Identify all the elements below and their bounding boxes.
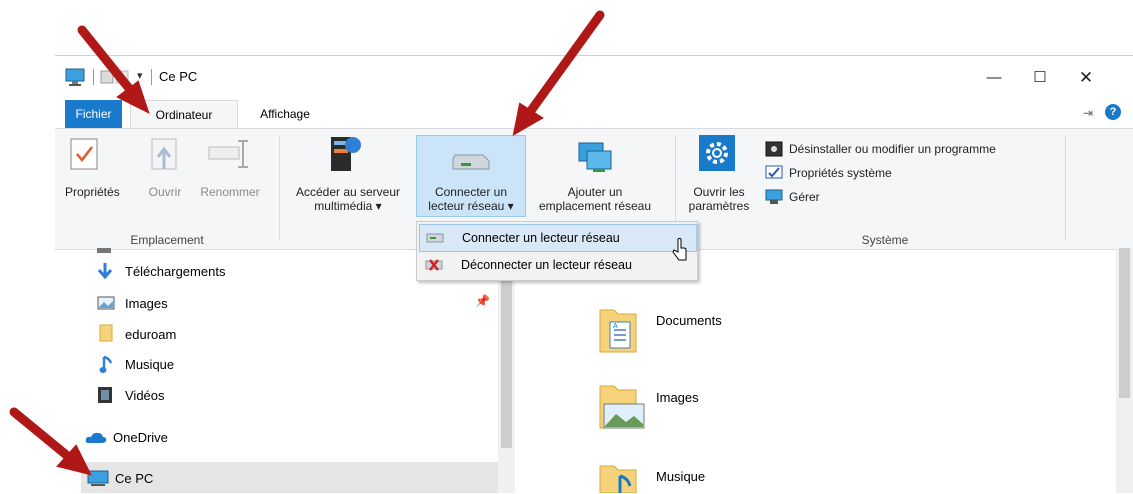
onedrive-icon xyxy=(85,432,107,443)
tab-view[interactable]: Affichage xyxy=(245,100,325,128)
computer-icon xyxy=(65,68,85,86)
system-properties-button[interactable]: Propriétés système xyxy=(789,166,892,180)
minimize-button[interactable]: — xyxy=(971,64,1017,92)
mouse-cursor-icon xyxy=(672,238,687,261)
tab-file[interactable]: Fichier xyxy=(65,100,122,128)
computer-icon xyxy=(87,470,109,486)
images-icon xyxy=(97,296,115,310)
tab-computer[interactable]: Ordinateur xyxy=(130,100,238,129)
menu-connect-label: Connecter un lecteur réseau xyxy=(462,231,620,245)
qat-divider xyxy=(93,69,94,85)
images-folder-icon xyxy=(599,385,645,429)
media-server-line1[interactable]: Accéder au serveur xyxy=(283,185,413,199)
folder-images[interactable]: Images xyxy=(656,390,699,405)
nav-item-music[interactable]: Musique xyxy=(125,357,174,372)
map-drive-dropdown: Connecter un lecteur réseau Déconnecter … xyxy=(416,221,698,281)
music-folder-icon xyxy=(599,465,637,493)
map-drive-label: lecteur réseau ▾ xyxy=(428,199,514,213)
content-scrollbar[interactable] xyxy=(1116,248,1133,493)
nav-item-eduroam[interactable]: eduroam xyxy=(125,327,176,342)
pin-icon[interactable]: 📌 xyxy=(475,294,490,308)
menu-item-connect-drive[interactable]: Connecter un lecteur réseau xyxy=(419,224,697,252)
nav-item-videos[interactable]: Vidéos xyxy=(125,388,165,403)
disconnect-drive-icon xyxy=(425,259,443,271)
nav-item-this-pc-label: Ce PC xyxy=(115,471,154,486)
documents-folder-icon: A xyxy=(599,309,637,353)
pin-ribbon-icon[interactable]: ⇥ xyxy=(1083,106,1093,120)
downloads-icon xyxy=(97,263,113,280)
folder-music[interactable]: Musique xyxy=(656,469,705,484)
add-location-line2[interactable]: emplacement réseau xyxy=(525,199,665,213)
nav-item-onedrive[interactable]: OneDrive xyxy=(113,430,168,445)
maximize-button[interactable]: ☐ xyxy=(1017,64,1063,92)
help-icon[interactable]: ? xyxy=(1105,104,1121,120)
qat-dropdown-icon[interactable]: ▾ xyxy=(137,69,143,82)
uninstall-icon xyxy=(765,141,783,157)
navigation-pane: Téléchargements Images 📌 eduroam Musique… xyxy=(55,248,498,493)
add-location-line1[interactable]: Ajouter un xyxy=(525,185,665,199)
properties-icon xyxy=(70,138,98,170)
music-icon xyxy=(99,355,113,373)
network-drive-icon xyxy=(452,154,490,170)
open-button[interactable]: Ouvrir xyxy=(143,185,187,199)
window-title: Ce PC xyxy=(159,69,198,84)
add-network-location-icon xyxy=(578,142,612,172)
system-properties-icon xyxy=(765,165,783,179)
media-server-button[interactable]: multimédia ▾ xyxy=(283,199,413,213)
svg-text:A: A xyxy=(613,323,618,330)
map-drive-line2: lecteur réseau xyxy=(428,199,505,213)
nav-item-downloads[interactable]: Téléchargements xyxy=(125,264,225,279)
open-icon xyxy=(151,138,177,170)
system-group-label: Système xyxy=(861,233,909,247)
open-settings-line1[interactable]: Ouvrir les xyxy=(681,185,757,199)
rename-icon xyxy=(208,140,248,168)
close-button[interactable]: ✕ xyxy=(1063,64,1109,92)
group-separator xyxy=(1065,135,1066,241)
menu-item-disconnect-drive[interactable]: Déconnecter un lecteur réseau xyxy=(419,252,695,278)
title-divider xyxy=(151,69,152,85)
settings-gear-icon xyxy=(699,135,735,171)
scrollbar-thumb[interactable] xyxy=(1119,248,1130,398)
partial-item-icon xyxy=(97,248,111,253)
videos-icon xyxy=(98,387,112,403)
map-drive-line1: Connecter un xyxy=(434,185,508,199)
folder-documents[interactable]: Documents xyxy=(656,313,722,328)
group-separator xyxy=(279,135,280,241)
ribbon-tabs: Fichier Ordinateur Affichage ⇥ ? xyxy=(55,100,1133,129)
rename-button[interactable]: Renommer xyxy=(193,185,267,199)
properties-button[interactable]: Propriétés xyxy=(65,185,131,199)
manage-button[interactable]: Gérer xyxy=(789,190,820,204)
nav-item-images[interactable]: Images xyxy=(125,296,168,311)
network-drive-icon xyxy=(426,233,444,243)
location-group-label: Emplacement xyxy=(130,233,204,247)
folder-icon xyxy=(99,324,113,342)
manage-icon xyxy=(765,189,783,204)
menu-disconnect-label: Déconnecter un lecteur réseau xyxy=(461,258,632,272)
uninstall-program-button[interactable]: Désinstaller ou modifier un programme xyxy=(789,142,996,156)
media-server-line2: multimédia xyxy=(314,199,373,213)
open-settings-line2[interactable]: paramètres xyxy=(681,199,757,213)
navigation-scrollbar[interactable] xyxy=(498,248,515,493)
title-bar: ▾ Ce PC — ☐ ✕ xyxy=(55,56,1133,98)
quick-access-icons[interactable] xyxy=(100,69,130,85)
media-server-icon xyxy=(331,137,361,171)
